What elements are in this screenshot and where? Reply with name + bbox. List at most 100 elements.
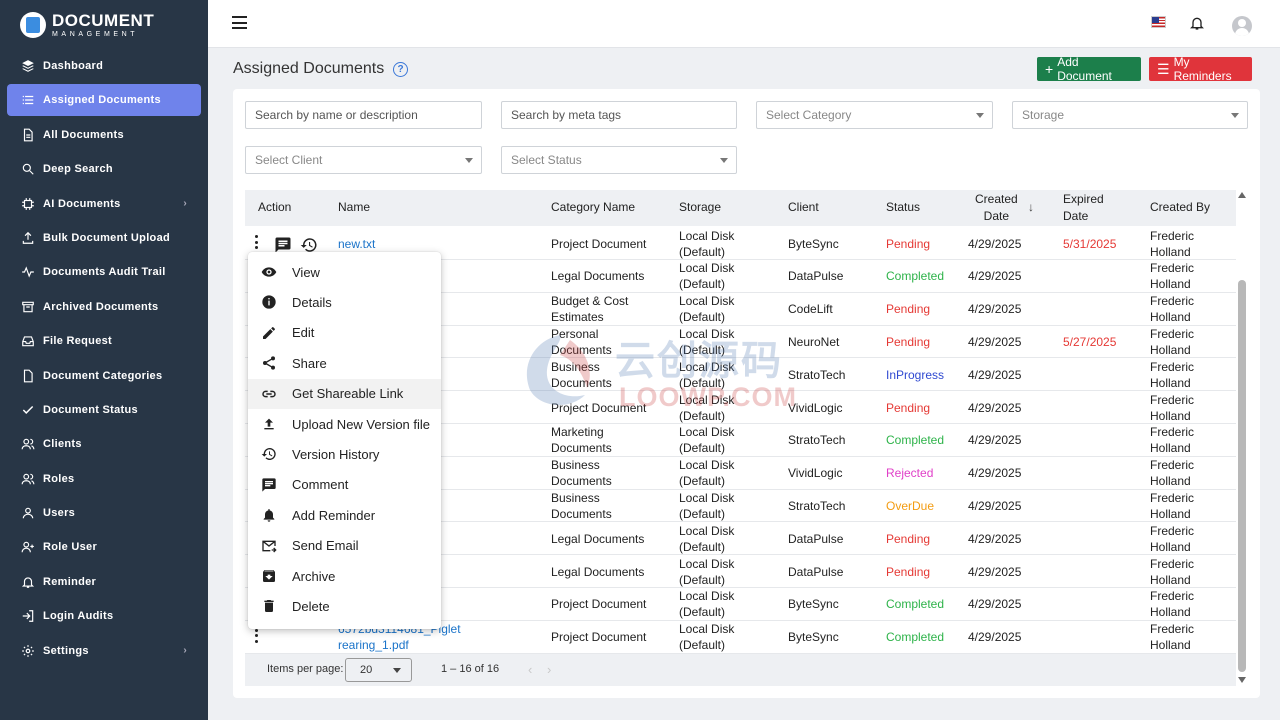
search-name-input[interactable]: Search by name or description [245,101,482,129]
status-select[interactable]: Select Status [501,146,737,174]
sort-down-icon[interactable]: ↓ [1028,200,1034,214]
sidebar-item-users[interactable]: Users [7,497,201,529]
sidebar-item-document-status[interactable]: Document Status [7,394,201,426]
menu-item-label: Edit [292,325,315,341]
sidebar-item-label: Login Audits [43,610,114,623]
sidebar-item-bulk-document-upload[interactable]: Bulk Document Upload [7,222,201,254]
cell-category: Marketing Documents [551,424,612,457]
col-action: Action [258,200,292,215]
menu-item-archive[interactable]: Archive [248,561,441,591]
sidebar-item-documents-audit-trail[interactable]: Documents Audit Trail [7,256,201,288]
cell-created-by-line1: Frederic [1150,359,1195,374]
sidebar-item-ai-documents[interactable]: AI Documents › [7,188,201,220]
cell-category-line1: Legal Documents [551,531,645,546]
col-status[interactable]: Status [886,190,920,226]
sidebar-item-role-user[interactable]: Role User [7,531,201,563]
menu-item-add-reminder[interactable]: Add Reminder [248,500,441,530]
sidebar-item-dashboard[interactable]: Dashboard [7,50,201,82]
cell-created-by-line2: Holland [1150,572,1191,587]
sidebar-item-roles[interactable]: Roles [7,463,201,495]
cell-name-line1: new.txt [338,236,376,251]
menu-item-send-email[interactable]: Send Email [248,531,441,561]
cell-client: ByteSync [788,630,839,645]
cell-created-by-line1: Frederic [1150,326,1195,341]
add-document-button[interactable]: + Add Document [1037,55,1141,83]
menu-item-get-shareable-link[interactable]: Get Shareable Link [248,378,441,409]
login-icon [21,609,35,623]
sidebar-item-deep-search[interactable]: Deep Search [7,153,201,185]
page-size-select[interactable]: 20 [345,658,412,682]
col-created-line2: Date [983,209,1010,223]
menu-item-details[interactable]: Details [248,287,441,317]
cell-storage-line1: Local Disk [679,556,735,571]
cell-created-date: 4/29/2025 [968,466,1022,481]
comment-icon[interactable] [274,236,292,253]
scroll-down-arrow[interactable] [1238,677,1246,683]
sidebar-item-clients[interactable]: Clients [7,428,201,460]
notification-bell-icon[interactable] [1189,15,1205,31]
cell-created-by-line2: Holland [1150,342,1191,357]
menu-item-share[interactable]: Share [248,348,441,378]
help-icon[interactable]: ? [393,62,408,77]
sidebar-item-assigned-documents[interactable]: Assigned Documents [7,84,201,117]
col-storage[interactable]: Storage [679,190,721,226]
cell-category: Project Document [551,588,646,621]
history-icon[interactable] [300,236,318,252]
more-vert-icon[interactable] [255,235,259,251]
next-page-icon[interactable]: › [547,662,551,677]
menu-item-delete[interactable]: Delete [248,591,441,621]
col-created-by[interactable]: Created By [1150,190,1210,226]
my-reminders-button[interactable]: ☰ My Reminders [1149,55,1252,83]
menu-toggle-icon[interactable] [232,16,247,29]
list-icon [21,93,35,107]
menu-item-label: Details [292,294,332,310]
sidebar-item-settings[interactable]: Settings › [7,635,201,667]
cell-status: Pending [886,531,931,546]
cell-storage: Local Disk (Default) [679,260,734,293]
cell-created-date: 4/29/2025 [968,302,1022,317]
col-expired-date[interactable]: Expired Date [1063,190,1104,226]
vertical-scrollbar[interactable] [1238,280,1246,672]
cell-created-by: Frederic Holland [1150,325,1194,358]
prev-page-icon[interactable]: ‹ [528,662,532,677]
user-avatar[interactable] [1232,16,1252,36]
menu-item-upload-new-version-file[interactable]: Upload New Version file [248,409,441,439]
sidebar-item-reminder[interactable]: Reminder [7,566,201,598]
sidebar-item-archived-documents[interactable]: Archived Documents [7,291,201,323]
page-range: 1 – 16 of 16 [441,663,500,675]
menu-item-edit[interactable]: Edit [248,318,441,348]
more-vert-icon[interactable] [255,628,259,645]
cell-created-by-line2: Holland [1150,638,1191,653]
search-meta-input[interactable]: Search by meta tags [501,101,737,129]
col-name[interactable]: Name [338,190,370,226]
sidebar-item-all-documents[interactable]: All Documents [7,119,201,151]
file-icon [21,369,35,383]
sidebar-item-document-categories[interactable]: Document Categories [7,360,201,392]
cell-client: StratoTech [788,433,846,448]
table-header: Action Name Category Name Storage Client… [245,190,1236,226]
sidebar-item-label: Dashboard [43,60,104,72]
menu-item-comment[interactable]: Comment [248,470,441,500]
menu-item-view[interactable]: View [248,257,441,287]
cell-created-by: Frederic Holland [1150,457,1194,490]
scroll-up-arrow[interactable] [1238,192,1246,198]
cell-category-line1: Budget & Cost [551,294,629,309]
col-created-date[interactable]: Created Date [975,190,1018,226]
client-select[interactable]: Select Client [245,146,482,174]
category-select[interactable]: Select Category [756,101,993,129]
pencil-icon [261,325,277,341]
cell-storage-line1: Local Disk [679,523,735,538]
us-flag-icon[interactable] [1151,16,1166,28]
upload-icon [21,231,35,245]
brand-title: DOCUMENT [52,11,155,30]
cell-storage-line2: (Default) [679,342,726,357]
info-icon [261,294,277,310]
brand-logo[interactable]: DOCUMENT MANAGEMENT [0,0,208,50]
cell-client: CodeLift [788,302,833,317]
col-category[interactable]: Category Name [551,190,635,226]
sidebar-item-login-audits[interactable]: Login Audits [7,600,201,632]
sidebar-item-file-request[interactable]: File Request [7,325,201,357]
storage-select[interactable]: Storage [1012,101,1248,129]
menu-item-version-history[interactable]: Version History [248,439,441,469]
col-client[interactable]: Client [788,190,819,226]
